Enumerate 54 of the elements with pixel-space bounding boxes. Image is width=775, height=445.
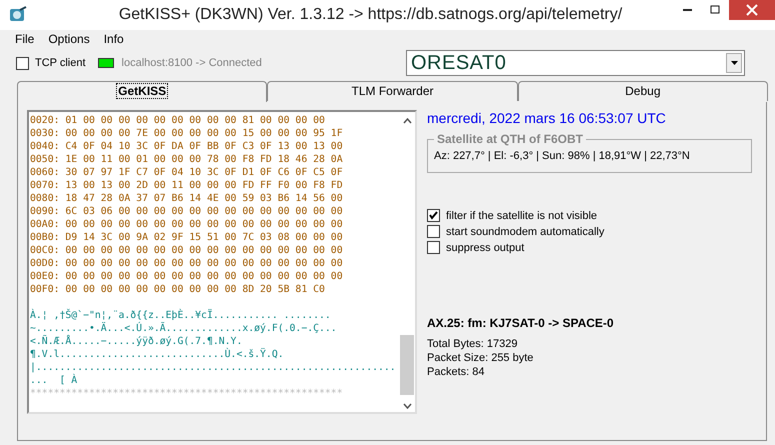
menu-item[interactable]: Options xyxy=(48,32,90,46)
hex-line: 0090: 6C 03 06 00 00 00 00 00 00 00 00 00 00 00 00 00 xyxy=(30,205,344,218)
hex-line: 00B0: D9 14 3C 00 9A 02 9F 15 51 00 7C 03 08 00 00 00 xyxy=(30,231,344,244)
hex-line: 0040: C4 0F 04 10 3C 0F DA 0F BB 0F C3 0F 13 00 13 00 xyxy=(30,140,344,153)
tab[interactable]: TLM Forwarder xyxy=(267,81,518,101)
hex-line: 0050: 1E 00 11 00 01 00 00 00 78 00 F8 FD 18 46 28 0A xyxy=(30,153,344,166)
stat-text: Packets: 84 xyxy=(427,366,486,378)
stat-text: Packet Size: 255 byte xyxy=(427,352,534,364)
checkbox[interactable] xyxy=(427,225,440,238)
ascii-line: <.Ñ.Æ.Å.....−.....ýÿð.øý.G(.7.¶.N.Y. xyxy=(30,335,244,348)
ascii-line: |............................................................. xyxy=(30,361,397,374)
minimize-icon xyxy=(682,9,692,11)
ascii-line: ¶.V.l............................Ù.<.š.Ÿ.Q. xyxy=(30,348,285,361)
close-button[interactable] xyxy=(729,0,775,20)
tab[interactable]: GetKISS xyxy=(17,81,268,102)
tcp-client-checkbox[interactable]: TCP client xyxy=(16,56,86,70)
scroll-up-icon xyxy=(402,118,412,124)
close-icon xyxy=(746,4,758,16)
hex-line: 0020: 01 00 00 00 00 00 00 00 00 00 81 00 00 00 00 xyxy=(30,114,326,127)
maximize-icon xyxy=(710,5,720,15)
checkbox[interactable] xyxy=(16,56,29,70)
stat-text: Total Bytes: 17329 xyxy=(427,338,519,350)
ascii-line: ~.........•.Ä...<.Ú.».Ã.............x.øý.F(.0.−.Ç... xyxy=(30,322,338,334)
separator-line: ***************************************************** xyxy=(30,387,344,400)
satellite-dropdown[interactable]: ORESAT0 xyxy=(406,50,745,76)
hex-line: 00D0: 00 00 00 00 00 00 00 00 00 00 00 00 00 00 00 00 xyxy=(30,257,344,270)
tab[interactable]: Debug xyxy=(518,81,768,101)
option-label: start soundmodem automatically xyxy=(446,226,604,238)
window-title: GetKISS+ (DK3WN) Ver. 1.3.12 -> https://db.satnogs.org/api/telemetry/ xyxy=(118,6,624,24)
checkbox[interactable] xyxy=(427,241,440,254)
connection-status: localhost:8100 -> Connected xyxy=(122,57,262,69)
hex-line: 00C0: 00 00 00 00 00 00 00 00 00 00 00 00 00 00 00 00 xyxy=(30,244,344,257)
hex-line: 00E0: 00 00 00 00 00 00 00 00 00 00 00 00 00 00 00 00 xyxy=(30,270,344,283)
hex-line: 0070: 13 00 13 00 2D 00 11 00 00 00 FD FF F0 00 F8 FD xyxy=(30,179,344,192)
option-label: filter if the satellite is not visible xyxy=(446,210,598,222)
option-label: suppress output xyxy=(446,242,524,254)
satellite-position-text: Az: 227,7° | El: -6,3° | Sun: 98% | 18,91°W | 22,73°N xyxy=(434,150,691,162)
date-time-text: mercredi, 2022 mars 16 06:53:07 UTC xyxy=(427,110,667,126)
hex-line: 0080: 18 47 28 0A 37 07 B6 14 4E 00 59 03 B6 14 56 00 xyxy=(30,192,344,205)
menu-item[interactable]: Info xyxy=(104,32,124,46)
ascii-line: À.¦ ,†Š@`−"n¦,¨a.ð{{z..EþÈ..¥cÏ........... ........ xyxy=(30,309,332,322)
menu-item[interactable]: File xyxy=(15,32,34,46)
hex-line: 0030: 00 00 00 00 7E 00 00 00 00 00 15 00 00 00 95 1F xyxy=(30,127,344,140)
dropdown-arrow-icon xyxy=(730,61,738,65)
scrollbar-thumb[interactable] xyxy=(400,335,414,395)
hex-line: 00A0: 00 00 00 00 00 00 00 00 00 00 00 00 00 00 00 00 xyxy=(30,218,344,231)
frame-header: AX.25: fm: KJ7SAT-0 -> SPACE-0 xyxy=(427,316,615,330)
checkbox[interactable] xyxy=(427,209,440,222)
ascii-line: ... [ À xyxy=(30,374,78,387)
scroll-down-icon xyxy=(402,403,412,409)
hex-line: 00F0: 00 00 00 00 00 00 00 00 00 00 8D 20 5B 81 C0 xyxy=(30,283,326,296)
packet-dump-text-area[interactable] xyxy=(27,110,417,414)
hex-line: 0060: 30 07 97 1F C7 0F 04 10 3C 0F D1 0F C6 0F C5 0F xyxy=(30,166,344,179)
group-title: Satellite at QTH of F6OBT xyxy=(436,132,584,146)
